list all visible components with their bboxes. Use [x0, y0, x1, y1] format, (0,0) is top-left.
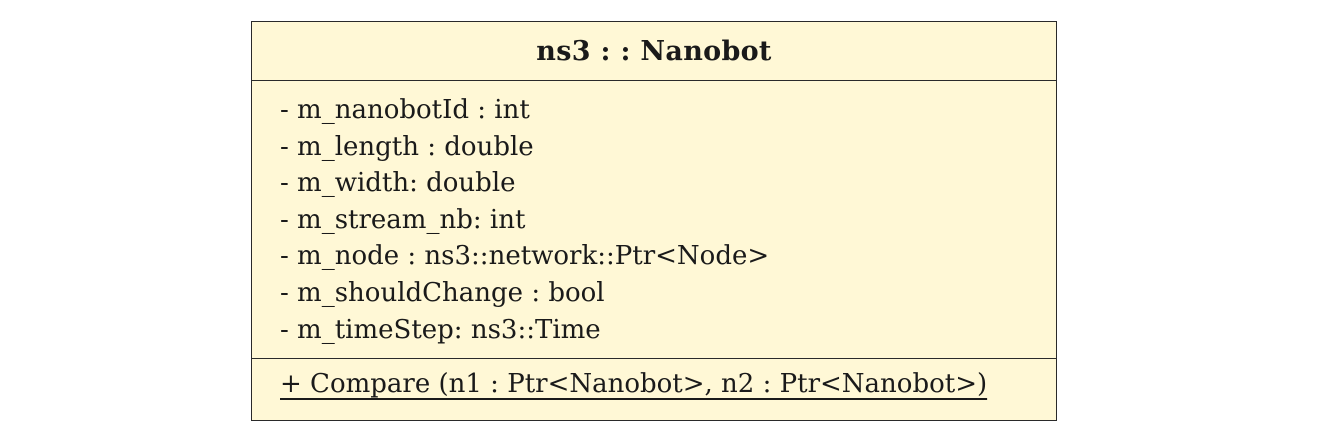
- class-name: ns3 : : Nanobot: [536, 35, 772, 67]
- attribute-width: - m_width: double: [280, 168, 516, 199]
- operation-compare: + Compare (n1 : Ptr<Nanobot>, n2 : Ptr<N…: [280, 369, 988, 399]
- attributes-compartment: - m_nanobotId : int - m_length : double …: [252, 81, 1056, 359]
- uml-class-box: ns3 : : Nanobot - m_nanobotId : int - m_…: [251, 21, 1057, 421]
- attribute-should-change: - m_shouldChange : bool: [280, 277, 605, 308]
- attribute-length: - m_length : double: [280, 131, 534, 162]
- class-header: ns3 : : Nanobot: [252, 22, 1056, 81]
- attribute-stream-nb: - m_stream_nb: int: [280, 204, 526, 235]
- operations-compartment: + Compare (n1 : Ptr<Nanobot>, n2 : Ptr<N…: [252, 359, 1056, 401]
- attribute-node: - m_node : ns3::network::Ptr<Node>: [280, 241, 770, 272]
- attribute-time-step: - m_timeStep: ns3::Time: [280, 314, 601, 345]
- attribute-nanobot-id: - m_nanobotId : int: [280, 95, 530, 125]
